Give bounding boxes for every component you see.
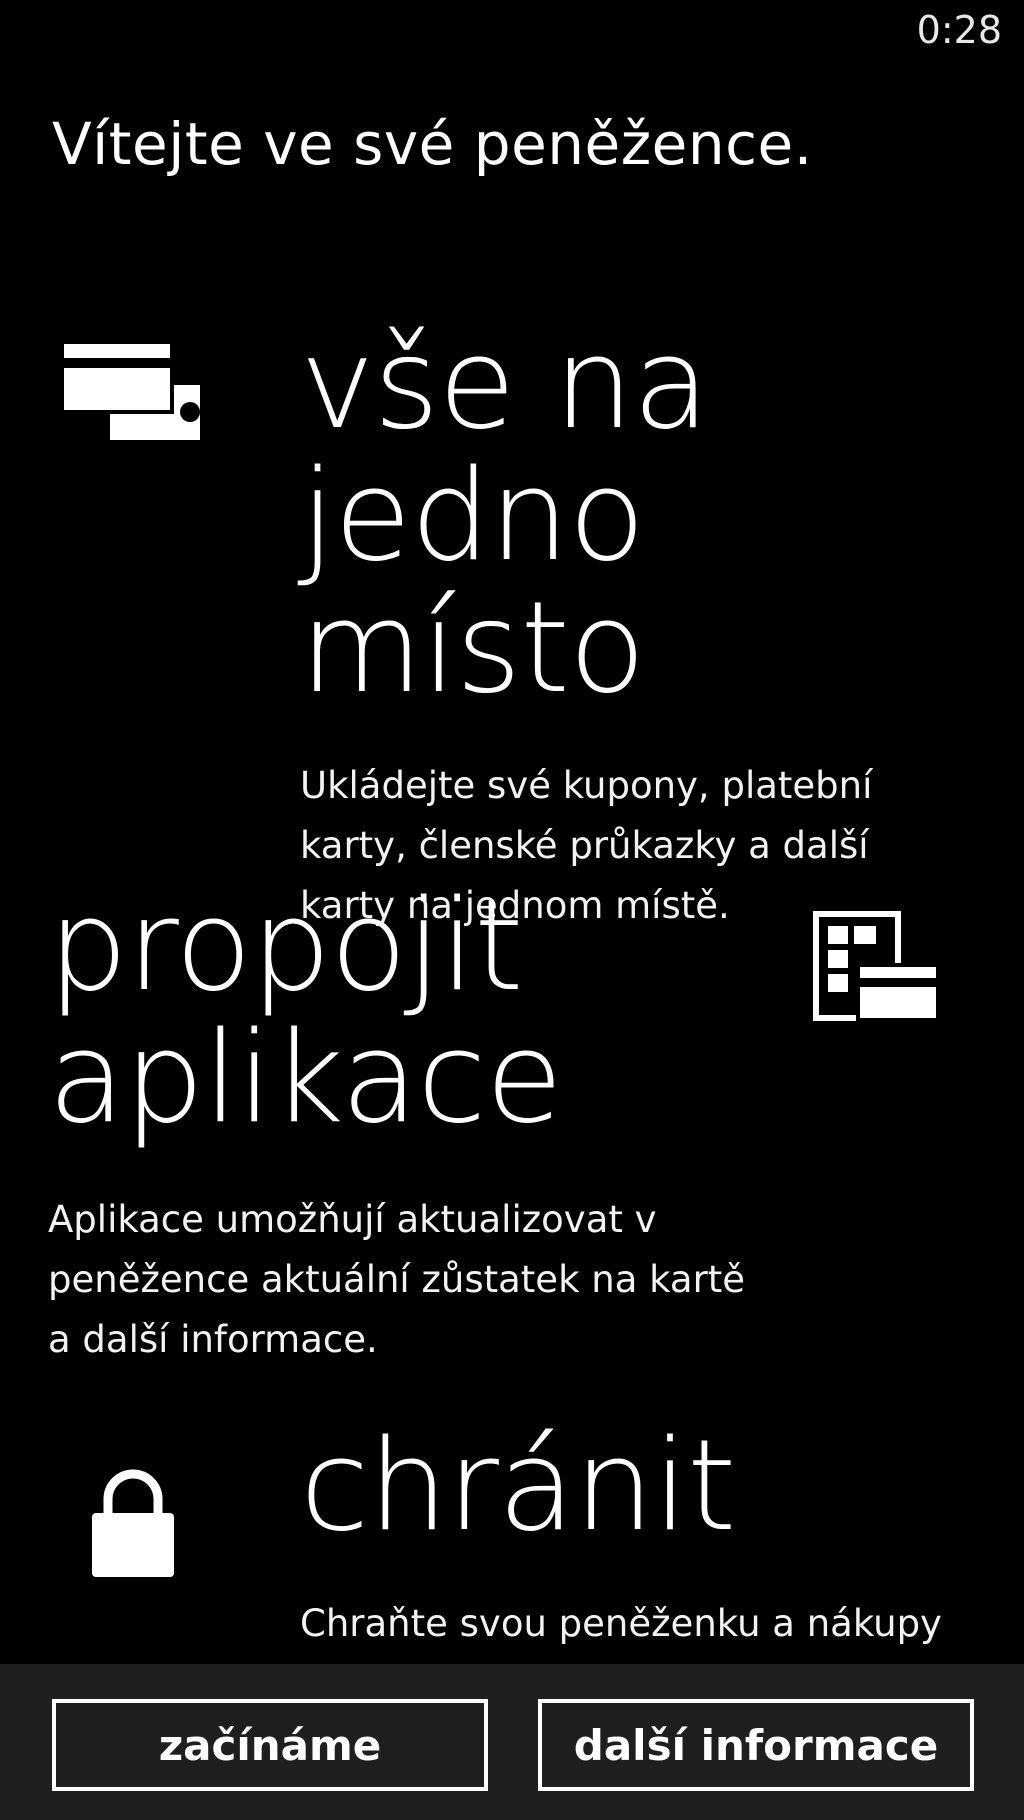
status-time: 0:28 [916, 8, 1002, 52]
bottom-bar: začínáme další informace [0, 1664, 1024, 1820]
lock-icon [92, 1469, 174, 1577]
section-protect: chránit Chraňte svou peněženku a nákupy [300, 1420, 1000, 1654]
section-description: Chraňte svou peněženku a nákupy [300, 1602, 942, 1645]
section-title: vše na jedno místo [300, 310, 710, 721]
section-title: chránit [300, 1412, 736, 1559]
section-all-in-one: vše na jedno místo Ukládejte své kupony,… [300, 318, 1000, 936]
section-connect-apps: propojit aplikace Aplikace umožňují aktu… [48, 880, 828, 1370]
page-title: Vítejte ve své peněžence. [52, 110, 813, 178]
section-title: propojit aplikace [48, 872, 563, 1151]
more-info-button[interactable]: další informace [538, 1699, 974, 1791]
cards-icon [60, 340, 200, 440]
section-description: Aplikace umožňují aktualizovat v peněžen… [48, 1198, 746, 1361]
app-card-icon [813, 911, 940, 1022]
get-started-button[interactable]: začínáme [52, 1699, 488, 1791]
